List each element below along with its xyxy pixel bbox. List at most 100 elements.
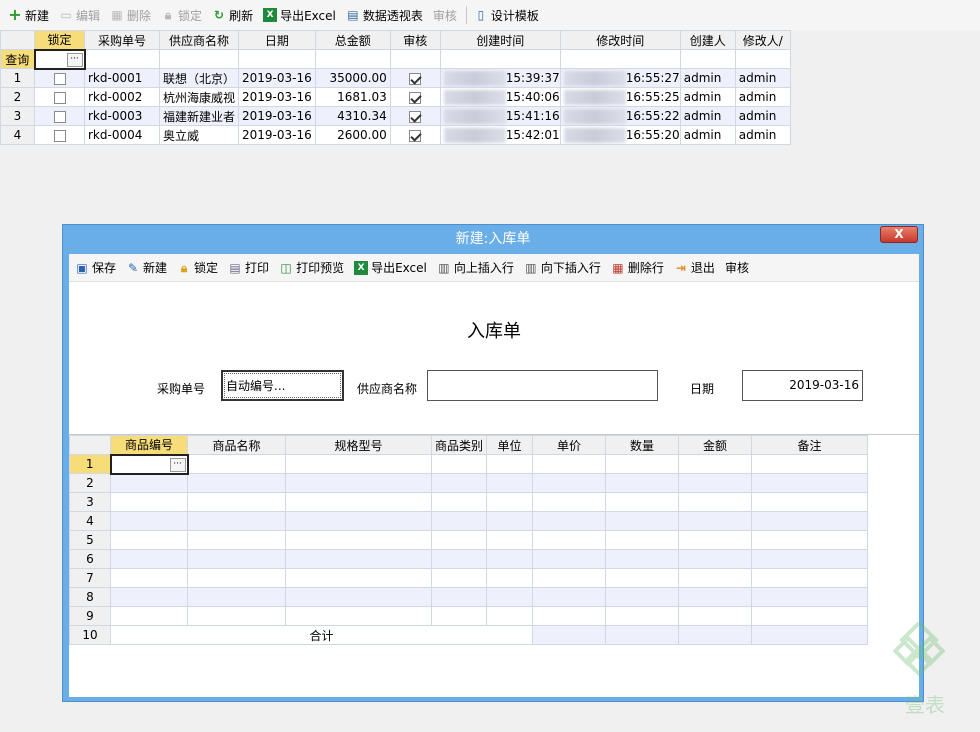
new-button[interactable]: + 新建: [4, 4, 53, 26]
query-cell[interactable]: [84, 49, 160, 69]
column-header-item-code[interactable]: 商品编号: [110, 435, 188, 455]
query-cell[interactable]: [314, 49, 391, 69]
table-row[interactable]: 1 ···: [69, 453, 869, 475]
table-row[interactable]: 2 rkd-0002 杭州海康威视 2019-03-16 1681.03 15:…: [0, 87, 791, 107]
receipt-form: 入库单 采购单号 自动编号... 供应商名称 日期 2019-03-16: [69, 283, 919, 435]
table-row[interactable]: 9: [69, 606, 869, 626]
query-cell[interactable]: [439, 49, 561, 69]
table-row[interactable]: 1 rkd-0001 联想（北京） 2019-03-16 35000.00 15…: [0, 68, 791, 88]
column-header-supplier[interactable]: 供应商名称: [158, 30, 240, 50]
column-header-price[interactable]: 单价: [532, 435, 607, 455]
query-cell[interactable]: [158, 49, 240, 69]
audit-checkbox[interactable]: [409, 72, 422, 85]
table-row[interactable]: 4: [69, 511, 869, 531]
plus-icon: +: [8, 5, 22, 24]
column-header-modified-time[interactable]: 修改时间: [559, 30, 681, 50]
order-no-cell: rkd-0004: [84, 125, 160, 145]
exit-button[interactable]: ⇥ 退出: [670, 257, 719, 279]
column-header-spec[interactable]: 规格型号: [285, 435, 432, 455]
audit-checkbox[interactable]: [409, 110, 422, 123]
delete-button[interactable]: ▦ 删除: [106, 4, 155, 26]
column-header-category[interactable]: 商品类别: [430, 435, 488, 455]
insert-row-above-button[interactable]: ▥ 向上插入行: [433, 257, 518, 279]
print-button[interactable]: ▤ 打印: [224, 257, 273, 279]
created-time-cell: 15:42:01: [505, 127, 560, 142]
date-field[interactable]: 2019-03-16: [742, 370, 863, 401]
order-list-grid: 锁定 采购单号 供应商名称 日期 总金额 审核 创建时间 修改时间 创建人 修改…: [0, 30, 791, 145]
audit-checkbox[interactable]: [409, 129, 422, 142]
close-button[interactable]: X: [880, 226, 918, 243]
column-header-amount[interactable]: 金额: [678, 435, 753, 455]
save-button[interactable]: ▣ 保存: [71, 257, 120, 279]
amount-cell: 35000.00: [314, 68, 391, 88]
column-header-lock[interactable]: 锁定: [34, 30, 85, 50]
column-header-amount[interactable]: 总金额: [314, 30, 391, 50]
refresh-button[interactable]: ↻ 刷新: [208, 4, 257, 26]
query-cell[interactable]: [734, 49, 791, 69]
column-header-modifier[interactable]: 修改人/: [734, 30, 791, 50]
lock-button[interactable]: 🔒︎ 锁定: [173, 257, 222, 279]
pivot-table-button[interactable]: ▤ 数据透视表: [342, 4, 427, 26]
template-icon: ▯: [477, 8, 485, 22]
lock-checkbox[interactable]: [53, 91, 66, 104]
lock-checkbox[interactable]: [53, 129, 66, 142]
creator-cell: admin: [679, 68, 736, 88]
table-row[interactable]: 2: [69, 473, 869, 493]
form-title: 入库单: [467, 321, 521, 342]
lock-checkbox[interactable]: [53, 110, 66, 123]
column-header-item-name[interactable]: 商品名称: [187, 435, 286, 455]
column-header-date[interactable]: 日期: [238, 30, 316, 50]
created-time-cell: 15:41:16: [505, 108, 560, 123]
amount-cell: 1681.03: [314, 87, 391, 107]
row-number: 10: [69, 625, 111, 645]
table-row[interactable]: 3 rkd-0003 福建新建业者 2019-03-16 4310.34 15:…: [0, 106, 791, 126]
column-header-remark[interactable]: 备注: [751, 435, 869, 455]
new-button[interactable]: ✎ 新建: [122, 257, 171, 279]
table-row[interactable]: 8: [69, 587, 869, 607]
ellipsis-icon[interactable]: ···: [169, 457, 186, 472]
pivot-icon: ▤: [347, 8, 359, 22]
edit-button[interactable]: ▭ 编辑: [55, 4, 104, 26]
ellipsis-icon[interactable]: ···: [66, 52, 83, 67]
dialog-titlebar[interactable]: 新建:入库单 X: [63, 225, 923, 254]
main-toolbar: + 新建 ▭ 编辑 ▦ 删除 🔒︎ 锁定 ↻ 刷新 X 导出Excel ▤ 数据透视表 审核 …: [0, 0, 980, 30]
query-cell[interactable]: [238, 49, 316, 69]
total-label: 合计: [109, 625, 534, 645]
column-header-audit[interactable]: 审核: [389, 30, 441, 50]
insert-row-below-button[interactable]: ▥ 向下插入行: [520, 257, 605, 279]
column-header-creator[interactable]: 创建人: [679, 30, 736, 50]
lock-button[interactable]: 🔒︎ 锁定: [157, 4, 206, 26]
lock-icon: 🔒︎: [180, 260, 188, 275]
modifier-cell: admin: [734, 106, 791, 126]
design-template-button[interactable]: ▯ 设计模板: [470, 4, 543, 26]
item-code-cell[interactable]: ···: [109, 453, 189, 475]
delete-row-button[interactable]: ▦ 删除行: [607, 257, 668, 279]
order-no-field[interactable]: 自动编号...: [221, 370, 344, 401]
column-header-order-no[interactable]: 采购单号: [84, 30, 160, 50]
grid-delete-icon: ▦: [111, 8, 123, 22]
query-cell[interactable]: [559, 49, 681, 69]
order-no-cell: rkd-0001: [84, 68, 160, 88]
table-row[interactable]: 7: [69, 568, 869, 588]
table-row[interactable]: 4 rkd-0004 奥立威 2019-03-16 2600.00 15:42:…: [0, 125, 791, 145]
export-excel-button[interactable]: X 导出Excel: [350, 257, 431, 279]
print-preview-button[interactable]: ◫ 打印预览: [275, 257, 348, 279]
table-row[interactable]: 3: [69, 492, 869, 512]
row-number: 2: [69, 473, 111, 493]
audit-checkbox[interactable]: [409, 91, 422, 104]
column-header-unit[interactable]: 单位: [486, 435, 534, 455]
table-row[interactable]: 5: [69, 530, 869, 550]
audit-button[interactable]: 审核: [721, 257, 753, 279]
order-no-label: 采购单号: [157, 382, 206, 396]
query-cell[interactable]: [679, 49, 736, 69]
lock-checkbox[interactable]: [53, 72, 66, 85]
supplier-field[interactable]: [427, 370, 658, 401]
column-header-created-time[interactable]: 创建时间: [439, 30, 561, 50]
export-excel-button[interactable]: X 导出Excel: [259, 4, 340, 26]
column-header-quantity[interactable]: 数量: [605, 435, 680, 455]
query-cell-lock[interactable]: ···: [33, 48, 86, 70]
table-row[interactable]: 6: [69, 549, 869, 569]
query-cell[interactable]: [389, 49, 441, 69]
row-number: 1: [0, 68, 35, 88]
audit-button[interactable]: 审核: [429, 4, 461, 26]
